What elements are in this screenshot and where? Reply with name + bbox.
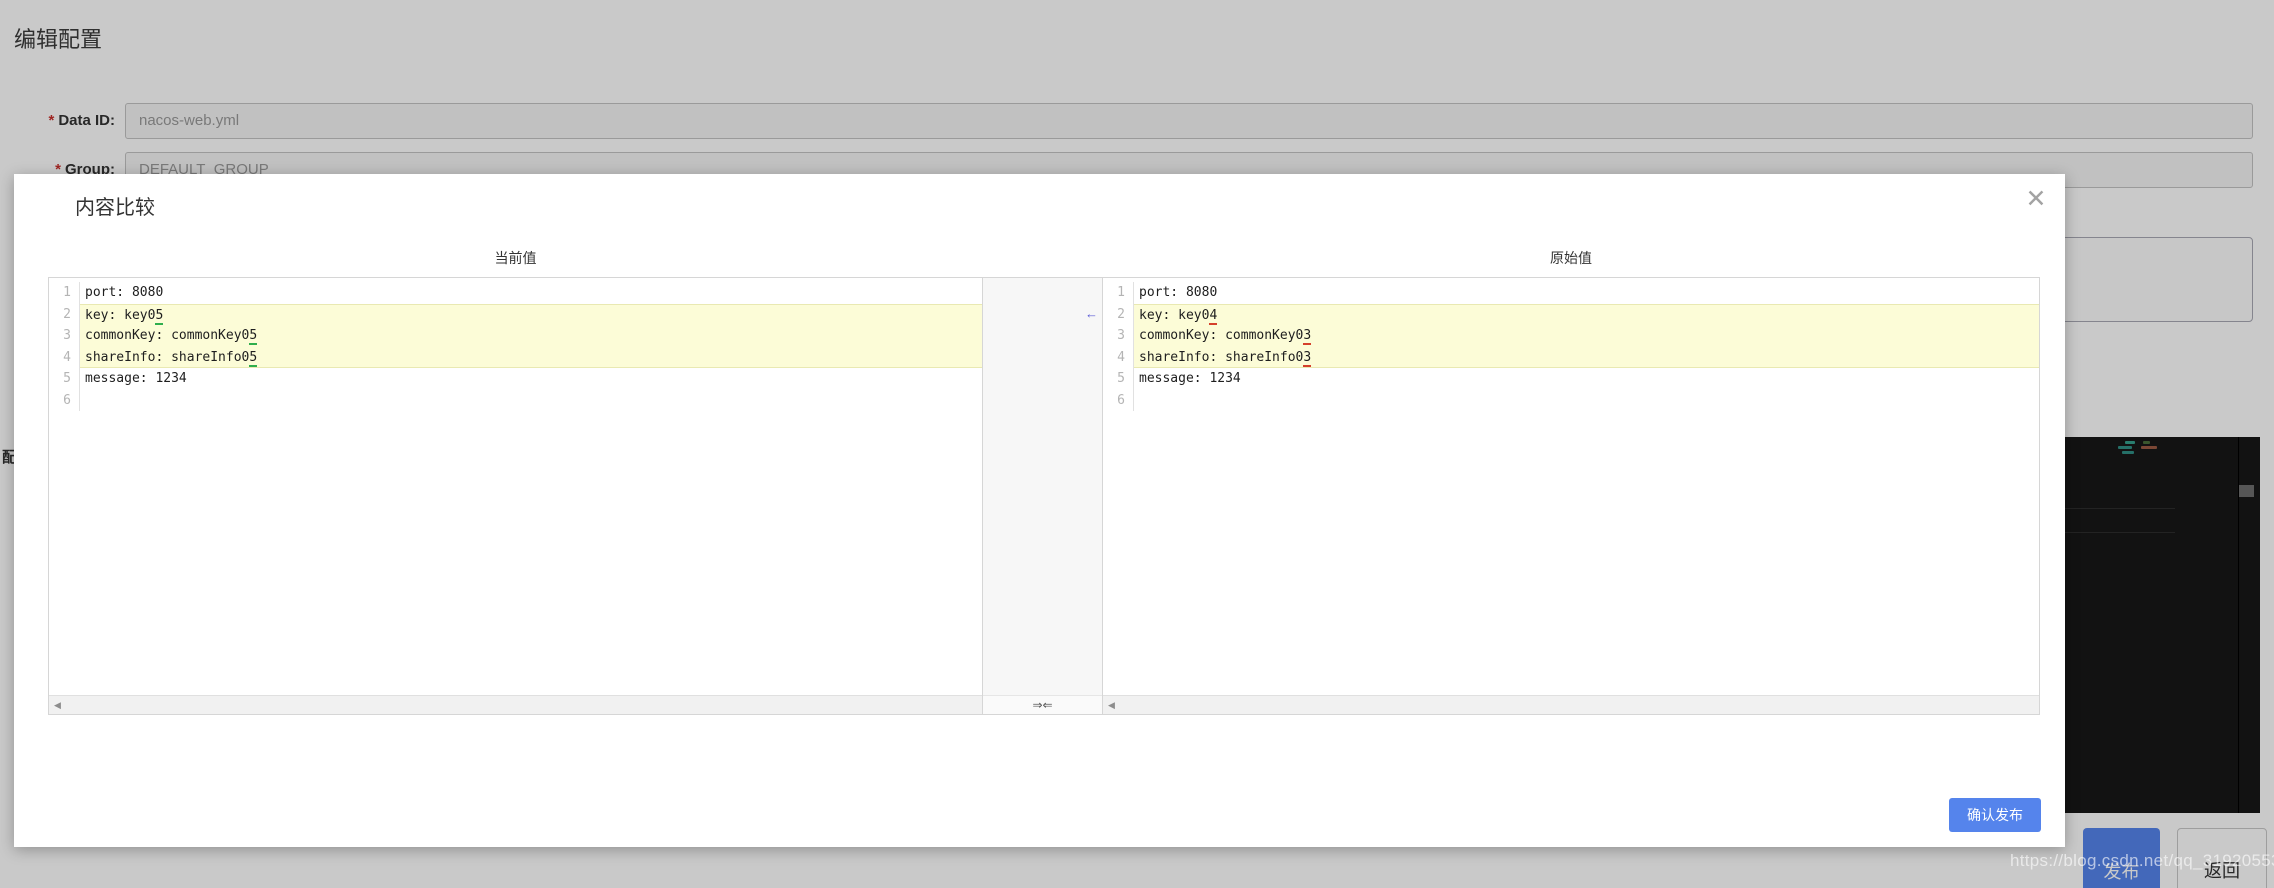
inserted-text: 5 (249, 328, 257, 345)
line-number: 6 (1103, 390, 1134, 412)
code-line: 1 port: 8080 (1103, 282, 2039, 304)
original-value-header: 原始值 (1102, 248, 2040, 272)
scroll-align-icon: ⇒⇐ (1032, 698, 1052, 712)
code-line: 6 (49, 390, 982, 412)
content-compare-dialog: 内容比较 ✕ 当前值 原始值 1 port: 8080 2 key: key05… (14, 174, 2065, 847)
code-line: 5 message: 1234 (1103, 368, 2039, 390)
code-line-changed: 3 commonKey: commonKey03 (1103, 325, 2039, 347)
code-line-changed: 4 shareInfo: shareInfo03 (1103, 347, 2039, 369)
code-line-changed: 3 commonKey: commonKey05 (49, 325, 982, 347)
deleted-text: 4 (1209, 308, 1217, 325)
confirm-publish-button[interactable]: 确认发布 (1949, 798, 2041, 832)
code-line-changed: 2 key: key05 (49, 304, 982, 326)
scroll-align-bar[interactable]: ⇒⇐ (983, 695, 1102, 714)
line-number: 5 (49, 368, 80, 390)
current-value-header: 当前值 (48, 248, 983, 272)
horizontal-scrollbar[interactable]: ◀ (1103, 695, 2039, 714)
scroll-left-arrow-icon[interactable]: ◀ (1108, 700, 1115, 711)
merge-gutter: ← ⇒⇐ (983, 277, 1102, 715)
code-line: 1 port: 8080 (49, 282, 982, 304)
inserted-text: 5 (155, 308, 163, 325)
line-number: 3 (49, 325, 80, 347)
line-number: 4 (1103, 347, 1134, 369)
scroll-left-arrow-icon[interactable]: ◀ (54, 700, 61, 711)
line-number: 3 (1103, 325, 1134, 347)
line-number: 2 (1103, 304, 1134, 326)
line-number: 6 (49, 390, 80, 412)
line-number: 4 (49, 347, 80, 369)
code-line: 5 message: 1234 (49, 368, 982, 390)
original-value-editor[interactable]: 1 port: 8080 2 key: key04 3 commonKey: c… (1102, 277, 2040, 715)
line-number: 5 (1103, 368, 1134, 390)
code-line: 6 (1103, 390, 2039, 412)
line-number: 2 (49, 304, 80, 326)
close-icon[interactable]: ✕ (2019, 182, 2053, 216)
screen: 编辑配置 *Data ID: nacos-web.yml *Group: DEF… (0, 0, 2274, 888)
horizontal-scrollbar[interactable]: ◀ (49, 695, 982, 714)
deleted-text: 3 (1303, 350, 1311, 367)
line-number: 1 (49, 282, 80, 304)
dialog-title: 内容比较 (75, 191, 155, 220)
watermark: https://blog.csdn.net/qq_31920553 (2010, 851, 2274, 871)
deleted-text: 3 (1303, 328, 1311, 345)
merge-copy-arrow-icon[interactable]: ← (1085, 306, 1098, 321)
inserted-text: 5 (249, 350, 257, 367)
line-number: 1 (1103, 282, 1134, 304)
current-value-editor[interactable]: 1 port: 8080 2 key: key05 3 commonKey: c… (48, 277, 983, 715)
code-line-changed: 4 shareInfo: shareInfo05 (49, 347, 982, 369)
code-line-changed: 2 key: key04 (1103, 304, 2039, 326)
